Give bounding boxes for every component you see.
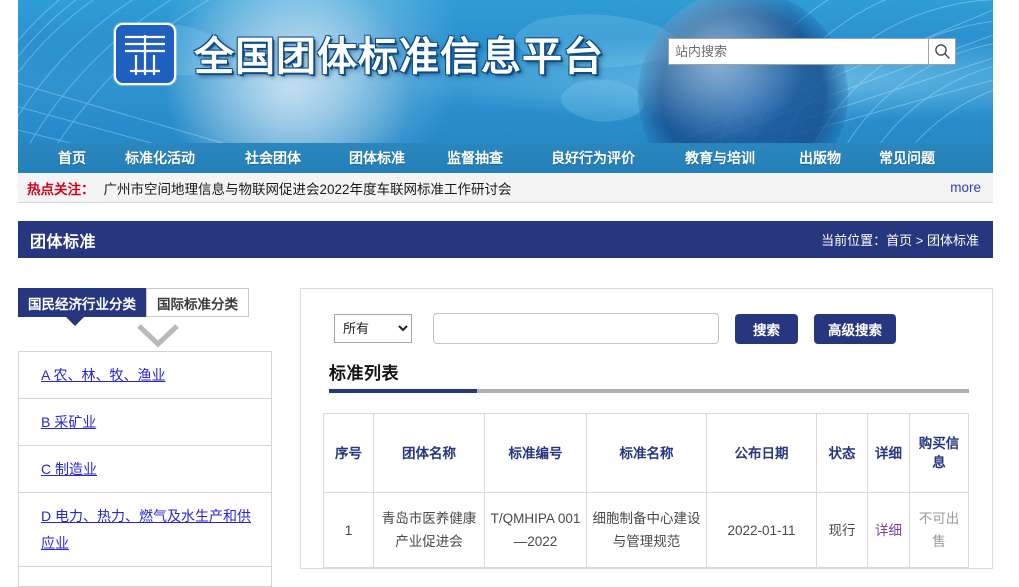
table-row: 1 青岛市医养健康产业促进会 T/QMHIPA 001—2022 细胞制备中心建设与管… <box>323 492 969 568</box>
search-keyword-input[interactable] <box>433 313 719 344</box>
nav-item-0[interactable]: 首页 <box>58 143 86 173</box>
detail-link[interactable]: 详细 <box>875 523 902 538</box>
standards-panel: 所有 搜索 高级搜索 标准列表 序号 团体名称 标准编号 标准名称 公布日期 状态 详细 购买… <box>300 288 993 569</box>
page-root: 全国团体标准信息平台 首页标准化活动社会团体团体标准监督抽查良好行为评价教育与培… <box>0 0 1019 587</box>
breadcrumb-prefix: 当前位置： <box>821 233 887 248</box>
table-header-row: 序号 团体名称 标准编号 标准名称 公布日期 状态 详细 购买信息 <box>323 413 969 493</box>
nav-item-3[interactable]: 团体标准 <box>349 143 405 173</box>
nav-item-label: 教育与培训 <box>685 150 755 166</box>
nav-item-label: 社会团体 <box>245 150 301 166</box>
table-column-header: 公布日期 <box>706 413 817 493</box>
cell-organization: 青岛市医养健康产业促进会 <box>373 492 485 568</box>
standards-table-head: 序号 团体名称 标准编号 标准名称 公布日期 状态 详细 购买信息 <box>323 413 969 493</box>
breadcrumb: 当前位置：首页 > 团体标准 <box>821 230 979 249</box>
hot-topic-label: 热点关注： <box>27 181 95 197</box>
category-item-label: D 电力、热力、燃气及水生产和供应业 <box>41 508 251 551</box>
main-navigation: 首页 标准化活动 社会团体 团体标准 监督抽查 良好行为评价 教育与培训 出版物 常见问题 <box>18 143 993 173</box>
category-item-label: C 制造业 <box>41 461 97 477</box>
nav-item-label: 标准化活动 <box>125 150 195 166</box>
cell-publish-date: 2022-01-11 <box>706 492 817 568</box>
tab-national-industry-classification[interactable]: 国民经济行业分类 <box>18 288 146 317</box>
breadcrumb-home[interactable]: 首页 <box>886 233 912 248</box>
cell-status: 现行 <box>816 492 868 568</box>
breadcrumb-separator: > <box>912 233 927 248</box>
tab-national-industry-classification-label: 国民经济行业分类 <box>28 296 136 312</box>
nav-item-7[interactable]: 出版物 <box>799 143 841 173</box>
cell-detail[interactable]: 详细 <box>867 492 910 568</box>
heading-underline <box>329 389 969 393</box>
standards-table: 序号 团体名称 标准编号 标准名称 公布日期 状态 详细 购买信息 1 青岛市医养健康产业促进会… <box>323 413 969 568</box>
standards-list-heading: 标准列表 <box>329 364 399 383</box>
category-item[interactable]: D 电力、热力、燃气及水生产和供应业 <box>19 493 271 567</box>
table-column-header: 序号 <box>323 413 374 493</box>
nav-item-5[interactable]: 良好行为评价 <box>551 143 635 173</box>
cell-standard-name: 细胞制备中心建设与管理规范 <box>586 492 707 568</box>
site-title: 全国团体标准信息平台 <box>194 35 604 79</box>
hot-topic-link[interactable]: 广州市空间地理信息与物联网促进会2022年度车联网标准工作研讨会 <box>104 178 512 198</box>
search-button[interactable]: 搜索 <box>735 313 798 344</box>
category-sidebar: 国民经济行业分类 国际标准分类 A 农、林、牧、渔业 B 采矿业 C 制造业 D 电力… <box>18 288 272 587</box>
category-item-label: B 采矿业 <box>41 414 97 430</box>
nav-item-2[interactable]: 社会团体 <box>245 143 301 173</box>
category-item[interactable]: C 制造业 <box>19 446 271 493</box>
header-search-button[interactable] <box>928 38 956 65</box>
site-logo-icon <box>114 23 176 85</box>
hot-topic-bar: 热点关注： 广州市空间地理信息与物联网促进会2022年度车联网标准工作研讨会 m… <box>18 173 993 203</box>
category-item[interactable]: B 采矿业 <box>19 399 271 446</box>
table-column-header: 详细 <box>867 413 910 493</box>
tab-international-standard-classification[interactable]: 国际标准分类 <box>146 288 249 317</box>
site-banner: 全国团体标准信息平台 <box>18 0 993 143</box>
cell-index: 1 <box>323 492 374 568</box>
cell-standard-code: T/QMHIPA 001—2022 <box>484 492 587 568</box>
standard-search-form: 所有 搜索 高级搜索 <box>334 313 896 344</box>
expand-categories-toggle[interactable] <box>18 317 272 351</box>
table-column-header: 团体名称 <box>373 413 485 493</box>
page-title: 团体标准 <box>30 233 97 251</box>
nav-item-label: 良好行为评价 <box>551 150 635 166</box>
table-column-header: 购买信息 <box>909 413 969 493</box>
nav-item-6[interactable]: 教育与培训 <box>685 143 755 173</box>
nav-item-label: 出版物 <box>799 150 841 166</box>
advanced-search-button[interactable]: 高级搜索 <box>814 313 896 344</box>
header-search-input[interactable] <box>668 38 928 65</box>
nav-item-4[interactable]: 监督抽查 <box>447 143 503 173</box>
nav-item-label: 常见问题 <box>879 150 935 166</box>
search-scope-select[interactable]: 所有 <box>334 314 412 343</box>
table-column-header: 标准名称 <box>586 413 707 493</box>
header-search <box>668 38 956 65</box>
search-icon <box>934 44 950 59</box>
category-tabs: 国民经济行业分类 国际标准分类 <box>18 288 272 326</box>
standards-list-header: 标准列表 <box>329 359 969 393</box>
table-column-header: 标准编号 <box>484 413 587 493</box>
category-list: A 农、林、牧、渔业 B 采矿业 C 制造业 D 电力、热力、燃气及水生产和供应业 <box>18 351 272 587</box>
section-banner: 团体标准 当前位置：首页 > 团体标准 <box>18 221 993 258</box>
breadcrumb-current: 团体标准 <box>926 233 979 248</box>
nav-item-label: 团体标准 <box>349 150 405 166</box>
purchase-status-text: 不可出售 <box>918 511 960 549</box>
standards-table-body: 1 青岛市医养健康产业促进会 T/QMHIPA 001—2022 细胞制备中心建设与管… <box>323 492 969 568</box>
table-column-header: 状态 <box>816 413 868 493</box>
tab-international-standard-classification-label: 国际标准分类 <box>157 296 238 312</box>
category-item[interactable]: A 农、林、牧、渔业 <box>19 352 271 399</box>
chevron-down-icon <box>137 324 179 348</box>
nav-item-8[interactable]: 常见问题 <box>879 143 935 173</box>
nav-item-label: 首页 <box>58 150 86 166</box>
globe-graphic <box>638 0 848 143</box>
nav-item-label: 监督抽查 <box>447 150 503 166</box>
category-item-label: A 农、林、牧、渔业 <box>41 367 166 383</box>
hot-topic-more-link[interactable]: more <box>950 180 981 195</box>
nav-item-1[interactable]: 标准化活动 <box>125 143 195 173</box>
cell-purchase-info: 不可出售 <box>909 492 969 568</box>
category-item[interactable] <box>19 567 271 587</box>
